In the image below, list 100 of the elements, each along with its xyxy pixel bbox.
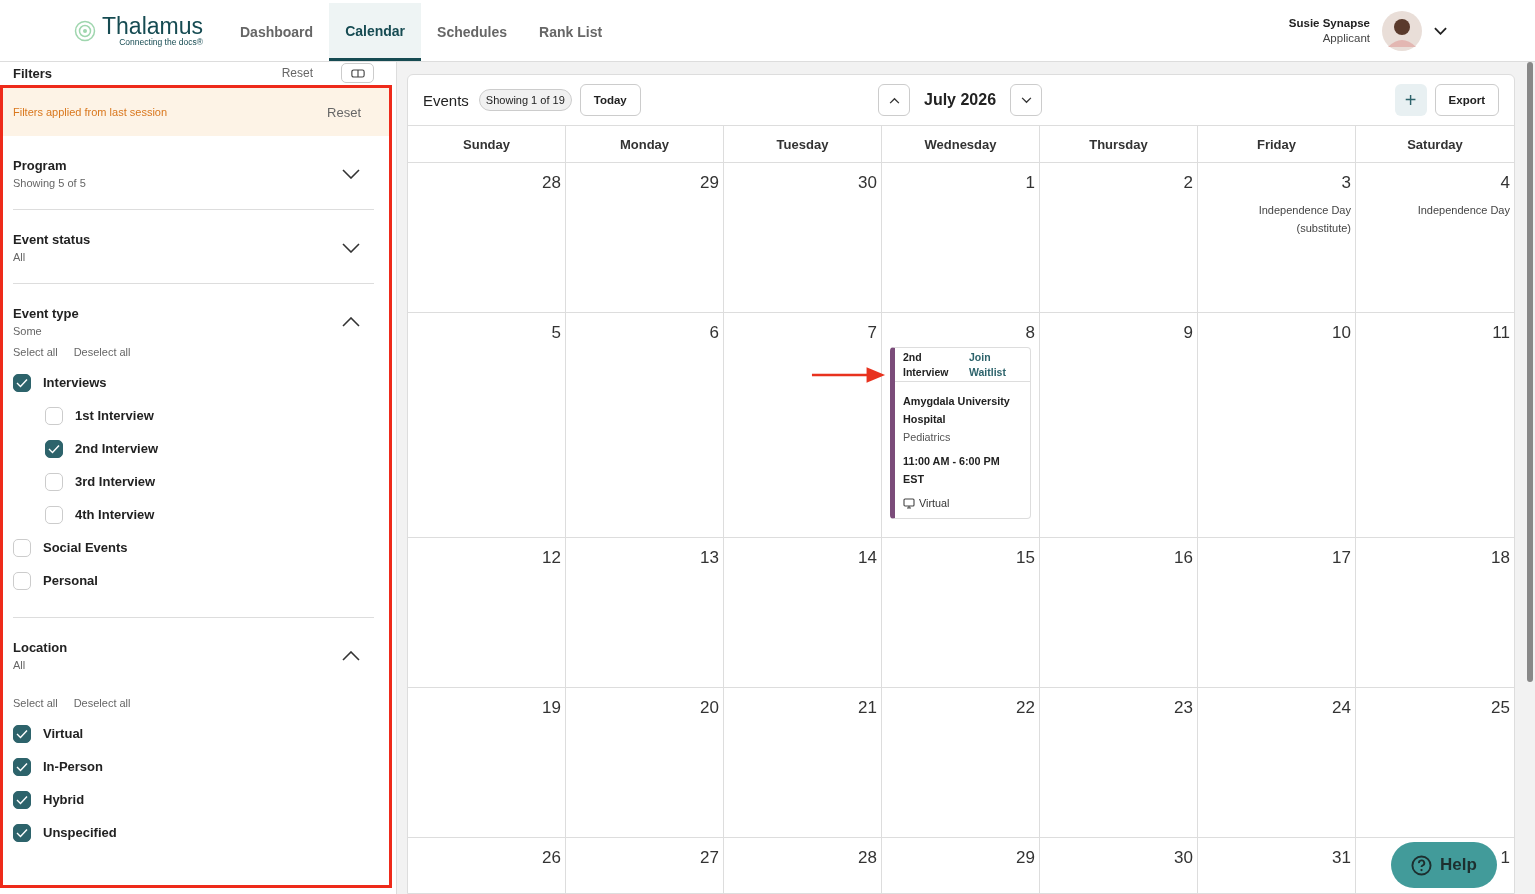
day-number: 16 xyxy=(1174,548,1193,568)
day-number: 21 xyxy=(858,698,877,718)
logo-wordmark: Thalamus xyxy=(102,14,203,37)
day-number: 15 xyxy=(1016,548,1035,568)
checkmark-icon xyxy=(16,377,28,388)
checkbox[interactable] xyxy=(13,823,31,842)
holiday-label: Independence Day (substitute) xyxy=(1257,203,1351,236)
location-label: Virtual xyxy=(919,496,950,511)
weekday-header: Saturday xyxy=(1356,126,1514,163)
day-number: 24 xyxy=(1332,698,1351,718)
events-title: Events xyxy=(423,91,469,109)
checkbox-label: In-Person xyxy=(43,759,103,774)
filters-title: Filters xyxy=(13,65,52,81)
filter-title: Program xyxy=(13,158,68,173)
add-button[interactable]: + xyxy=(1394,84,1427,116)
chevron-up-icon[interactable] xyxy=(342,650,360,661)
day-number: 23 xyxy=(1174,698,1193,718)
day-number: 25 xyxy=(1491,698,1510,718)
checkbox-label: 1st Interview xyxy=(75,408,154,423)
weekday-header: Thursday xyxy=(1040,126,1198,163)
checkbox-label: Virtual xyxy=(43,726,84,741)
day-number: 19 xyxy=(542,698,561,718)
select-link[interactable]: Deselect all xyxy=(73,346,131,358)
chevron-down-icon[interactable] xyxy=(342,242,360,253)
chevron-down-icon[interactable] xyxy=(342,168,360,179)
day-number: 28 xyxy=(542,173,561,193)
day-number: 4 xyxy=(1500,173,1510,193)
weekday-header: Friday xyxy=(1198,126,1356,163)
select-link[interactable]: Select all xyxy=(13,697,58,709)
day-number: 17 xyxy=(1332,548,1351,568)
chevron-down-icon[interactable] xyxy=(1434,26,1447,35)
collapse-button[interactable] xyxy=(341,63,374,83)
checkbox[interactable] xyxy=(45,439,63,458)
checkmark-icon xyxy=(16,761,28,772)
question-icon xyxy=(1411,854,1433,876)
day-number: 8 xyxy=(1025,323,1035,343)
event-time: 11:00 AM - 6:00 PM EST xyxy=(903,454,1001,487)
nav-tab[interactable]: Calendar xyxy=(329,3,422,61)
checkmark-icon xyxy=(16,794,28,805)
day-number: 29 xyxy=(1016,848,1035,868)
day-number: 26 xyxy=(542,848,561,868)
checkmark-icon xyxy=(48,443,60,454)
avatar[interactable] xyxy=(1382,10,1422,51)
export-button[interactable]: Export xyxy=(1434,84,1499,116)
specialty: Pediatrics xyxy=(903,430,952,445)
day-number: 7 xyxy=(867,323,877,343)
nav-tab[interactable]: Dashboard xyxy=(224,3,330,61)
checkbox-label: Hybrid xyxy=(43,792,85,807)
day-number: 11 xyxy=(1492,323,1510,343)
weekday-header: Monday xyxy=(566,126,724,163)
event-count: Showing 1 of 19 xyxy=(478,89,572,111)
day-number: 28 xyxy=(858,848,877,868)
checkbox-label: Unspecified xyxy=(43,825,117,840)
checkmark-icon xyxy=(16,728,28,739)
checkbox[interactable] xyxy=(13,373,31,392)
day-number: 2 xyxy=(1183,173,1193,193)
reset-link[interactable]: Reset xyxy=(327,104,361,120)
chevron-up-icon[interactable] xyxy=(342,316,360,327)
checkbox-label: 4th Interview xyxy=(75,507,155,522)
day-number: 1 xyxy=(1500,848,1510,868)
holiday-label: Independence Day xyxy=(1416,203,1510,218)
weekday-header: Sunday xyxy=(408,126,566,163)
help-button[interactable]: Help xyxy=(1391,842,1497,888)
filter-title: Event type xyxy=(13,306,79,321)
weekday-header: Wednesday xyxy=(882,126,1040,163)
day-number: 22 xyxy=(1016,698,1035,718)
program-name: Amygdala University Hospital xyxy=(903,394,1011,427)
chevron-down-icon xyxy=(1020,96,1032,104)
join-waitlist-link[interactable]: Join Waitlist xyxy=(969,350,1015,381)
month-title: July 2026 xyxy=(924,91,997,109)
panel-icon xyxy=(350,68,365,78)
checkbox[interactable] xyxy=(13,757,31,776)
day-number: 6 xyxy=(709,323,719,343)
checkmark-icon xyxy=(16,827,28,838)
day-number: 12 xyxy=(542,548,561,568)
checkbox-label: 2nd Interview xyxy=(75,441,159,456)
filter-summary: Showing 5 of 5 xyxy=(13,177,86,189)
scrollbar[interactable] xyxy=(1525,62,1535,894)
day-number: 3 xyxy=(1341,173,1351,193)
day-number: 30 xyxy=(1174,848,1193,868)
logo-tagline: Connecting the docs® xyxy=(119,36,203,47)
checkbox-label: Personal xyxy=(43,573,98,588)
day-number: 27 xyxy=(700,848,719,868)
monitor-icon xyxy=(903,497,915,509)
event-type: 2nd Interview xyxy=(903,350,950,380)
reset-link[interactable]: Reset xyxy=(281,66,313,80)
select-link[interactable]: Deselect all xyxy=(73,697,131,709)
nav-tab[interactable]: Schedules xyxy=(421,3,524,61)
checkbox[interactable] xyxy=(13,724,31,743)
checkbox[interactable] xyxy=(13,790,31,809)
checkbox-label: Social Events xyxy=(43,540,128,555)
today-button[interactable]: Today xyxy=(579,84,641,116)
day-number: 29 xyxy=(700,173,719,193)
day-number: 13 xyxy=(700,548,719,568)
event-card[interactable]: 2nd Interview Join Waitlist Amygdala University Hospital Pediatrics 11:00 AM - 6:00 PM EST Virtual xyxy=(890,347,1031,519)
filter-title: Event status xyxy=(13,232,91,247)
checkbox-label: 3rd Interview xyxy=(75,474,156,489)
nav-tab[interactable]: Rank List xyxy=(523,3,619,61)
filter-title: Location xyxy=(13,640,68,655)
select-link[interactable]: Select all xyxy=(13,346,58,358)
